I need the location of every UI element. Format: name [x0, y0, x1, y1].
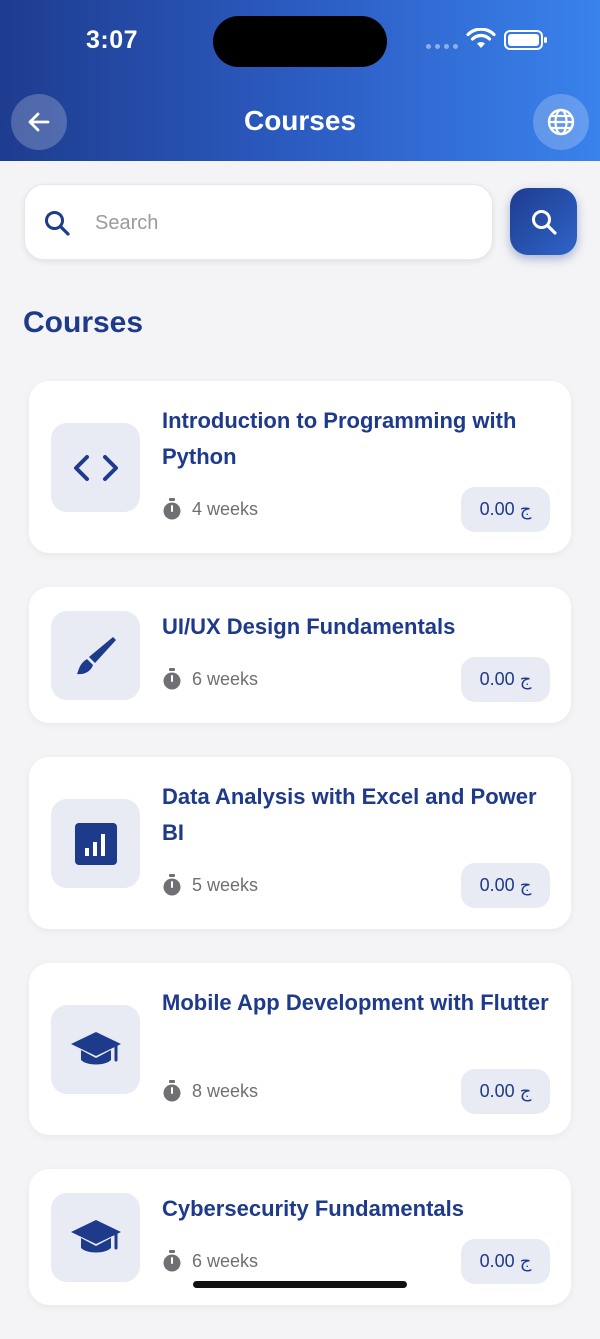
duration-label: 6 weeks: [192, 668, 259, 689]
search-icon: [531, 209, 557, 235]
search-button[interactable]: [510, 188, 577, 255]
course-thumbnail: [51, 1193, 140, 1282]
price-badge: 0.00 ج: [461, 863, 550, 908]
graduation-cap-icon: [70, 1031, 121, 1064]
course-title: Cybersecurity Fundamentals: [162, 1196, 464, 1221]
timer-icon: [163, 874, 181, 896]
duration-label: 6 weeks: [192, 1250, 259, 1271]
timer-icon: [163, 668, 181, 690]
course-duration: 8 weeks: [162, 1080, 258, 1102]
globe-icon: [547, 108, 575, 136]
language-button[interactable]: [533, 94, 589, 150]
app-header: 3:07 Courses: [0, 0, 600, 161]
timer-icon: [163, 1080, 181, 1102]
course-duration: 4 weeks: [162, 498, 258, 520]
timer-icon: [163, 498, 181, 520]
duration-label: 4 weeks: [192, 498, 259, 519]
duration-label: 5 weeks: [192, 874, 259, 895]
search-input[interactable]: [95, 203, 475, 243]
price-badge: 0.00 ج: [461, 487, 550, 532]
page-title: Courses: [243, 105, 357, 136]
section-title: Courses: [23, 306, 144, 339]
course-thumbnail: [51, 611, 140, 700]
status-time: 3:07: [86, 26, 139, 54]
course-duration: 5 weeks: [162, 874, 258, 896]
course-list: Introduction to Programming with Python …: [29, 381, 571, 1339]
timer-icon: [163, 1250, 181, 1272]
course-card[interactable]: UI/UX Design Fundamentals 6 weeks 0.00 ج: [29, 587, 571, 723]
course-card[interactable]: Mobile App Development with Flutter 8 we…: [29, 963, 571, 1135]
course-title: Data Analysis with Excel and Power BI: [162, 784, 537, 845]
course-title: Mobile App Development with Flutter: [162, 990, 549, 1015]
course-title: UI/UX Design Fundamentals: [162, 614, 456, 639]
graduation-cap-icon: [70, 1219, 121, 1252]
course-duration: 6 weeks: [162, 1250, 258, 1272]
course-duration: 6 weeks: [162, 668, 258, 690]
wifi-icon: [466, 28, 496, 48]
duration-label: 8 weeks: [192, 1080, 259, 1101]
course-thumbnail: [51, 799, 140, 888]
battery-icon: [504, 30, 547, 50]
course-card[interactable]: Data Analysis with Excel and Power BI 5 …: [29, 757, 571, 929]
price-badge: 0.00 ج: [461, 657, 550, 702]
dynamic-island: [213, 16, 387, 67]
code-icon: [73, 454, 118, 481]
price-badge: 0.00 ج: [461, 1239, 550, 1284]
signal-icon: [426, 44, 458, 49]
home-indicator[interactable]: [193, 1281, 407, 1288]
course-card[interactable]: Introduction to Programming with Python …: [29, 381, 571, 553]
course-thumbnail: [51, 423, 140, 512]
course-thumbnail: [51, 1005, 140, 1094]
course-title: Introduction to Programming with Python: [162, 408, 517, 469]
paintbrush-icon: [76, 636, 116, 674]
bar-chart-icon: [74, 822, 117, 865]
search-icon: [45, 211, 70, 236]
search-field[interactable]: [24, 184, 493, 260]
price-badge: 0.00 ج: [461, 1069, 550, 1114]
